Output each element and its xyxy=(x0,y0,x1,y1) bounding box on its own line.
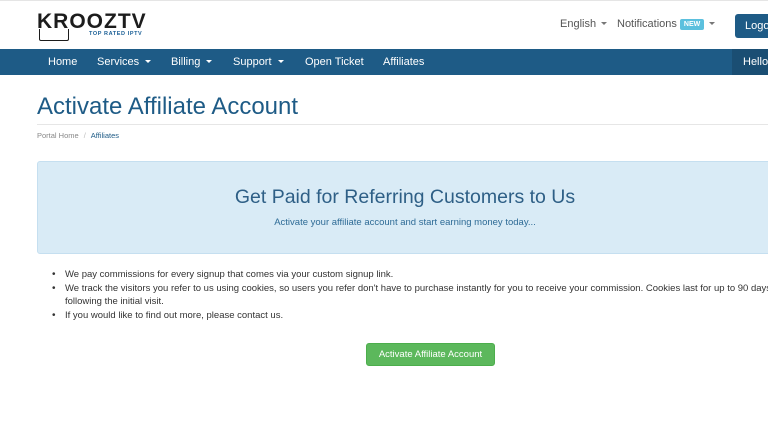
notifications-dropdown[interactable]: Notifications NEW xyxy=(617,18,716,30)
chevron-down-icon xyxy=(145,60,152,63)
list-item: We pay commissions for every signup that… xyxy=(52,268,768,282)
brand-logo[interactable]: KROOZTV TOP RATED IPTV xyxy=(37,10,146,44)
page-title: Activate Affiliate Account xyxy=(37,93,299,120)
breadcrumb-portal-home[interactable]: Portal Home xyxy=(37,131,79,140)
list-item: If you would like to find out more, plea… xyxy=(52,309,768,323)
chevron-down-icon xyxy=(601,22,608,25)
nav-item-home[interactable]: Home xyxy=(48,49,77,75)
nav-item-label: Support xyxy=(233,56,272,68)
tv-stand-icon xyxy=(50,40,58,43)
promo-headline: Get Paid for Referring Customers to Us xyxy=(234,186,576,208)
promo-subtext: Activate your affiliate account and star… xyxy=(274,217,536,228)
affiliate-info-list: We pay commissions for every signup that… xyxy=(52,268,768,322)
nav-item-label: Services xyxy=(97,56,140,68)
breadcrumb-separator: / xyxy=(83,131,86,140)
top-header: KROOZTV TOP RATED IPTV English Notificat… xyxy=(0,0,768,49)
list-item: We track the visitors you refer to us us… xyxy=(52,282,768,309)
affiliate-promo-panel: Get Paid for Referring Customers to Us A… xyxy=(37,161,768,254)
nav-item-services[interactable]: Services xyxy=(97,49,152,75)
nav-item-label: Affiliates xyxy=(383,56,425,68)
chevron-down-icon xyxy=(709,22,716,25)
language-dropdown[interactable]: English xyxy=(560,18,608,30)
user-menu[interactable]: Hello xyxy=(732,49,768,75)
brand-tagline: TOP RATED IPTV xyxy=(89,31,143,37)
breadcrumb: Portal Home / Affiliates xyxy=(37,131,119,141)
nav-item-open-ticket[interactable]: Open Ticket xyxy=(305,49,364,75)
nav-item-label: Billing xyxy=(171,56,201,68)
nav-item-support[interactable]: Support xyxy=(233,49,284,75)
breadcrumb-affiliates[interactable]: Affiliates xyxy=(91,131,119,140)
title-divider xyxy=(37,124,768,125)
nav-item-label: Home xyxy=(48,56,78,68)
main-navbar: Home Services Billing Support Open Ticke… xyxy=(0,49,768,75)
logout-button[interactable]: Logout xyxy=(735,14,768,38)
chevron-down-icon xyxy=(277,60,284,63)
activate-affiliate-button[interactable]: Activate Affiliate Account xyxy=(366,343,495,366)
new-badge: NEW xyxy=(679,19,705,30)
nav-item-billing[interactable]: Billing xyxy=(171,49,213,75)
nav-item-label: Open Ticket xyxy=(305,56,364,68)
nav-item-affiliates[interactable]: Affiliates xyxy=(383,49,424,75)
language-label: English xyxy=(560,18,597,30)
notifications-label: Notifications xyxy=(617,18,677,30)
chevron-down-icon xyxy=(206,60,213,63)
